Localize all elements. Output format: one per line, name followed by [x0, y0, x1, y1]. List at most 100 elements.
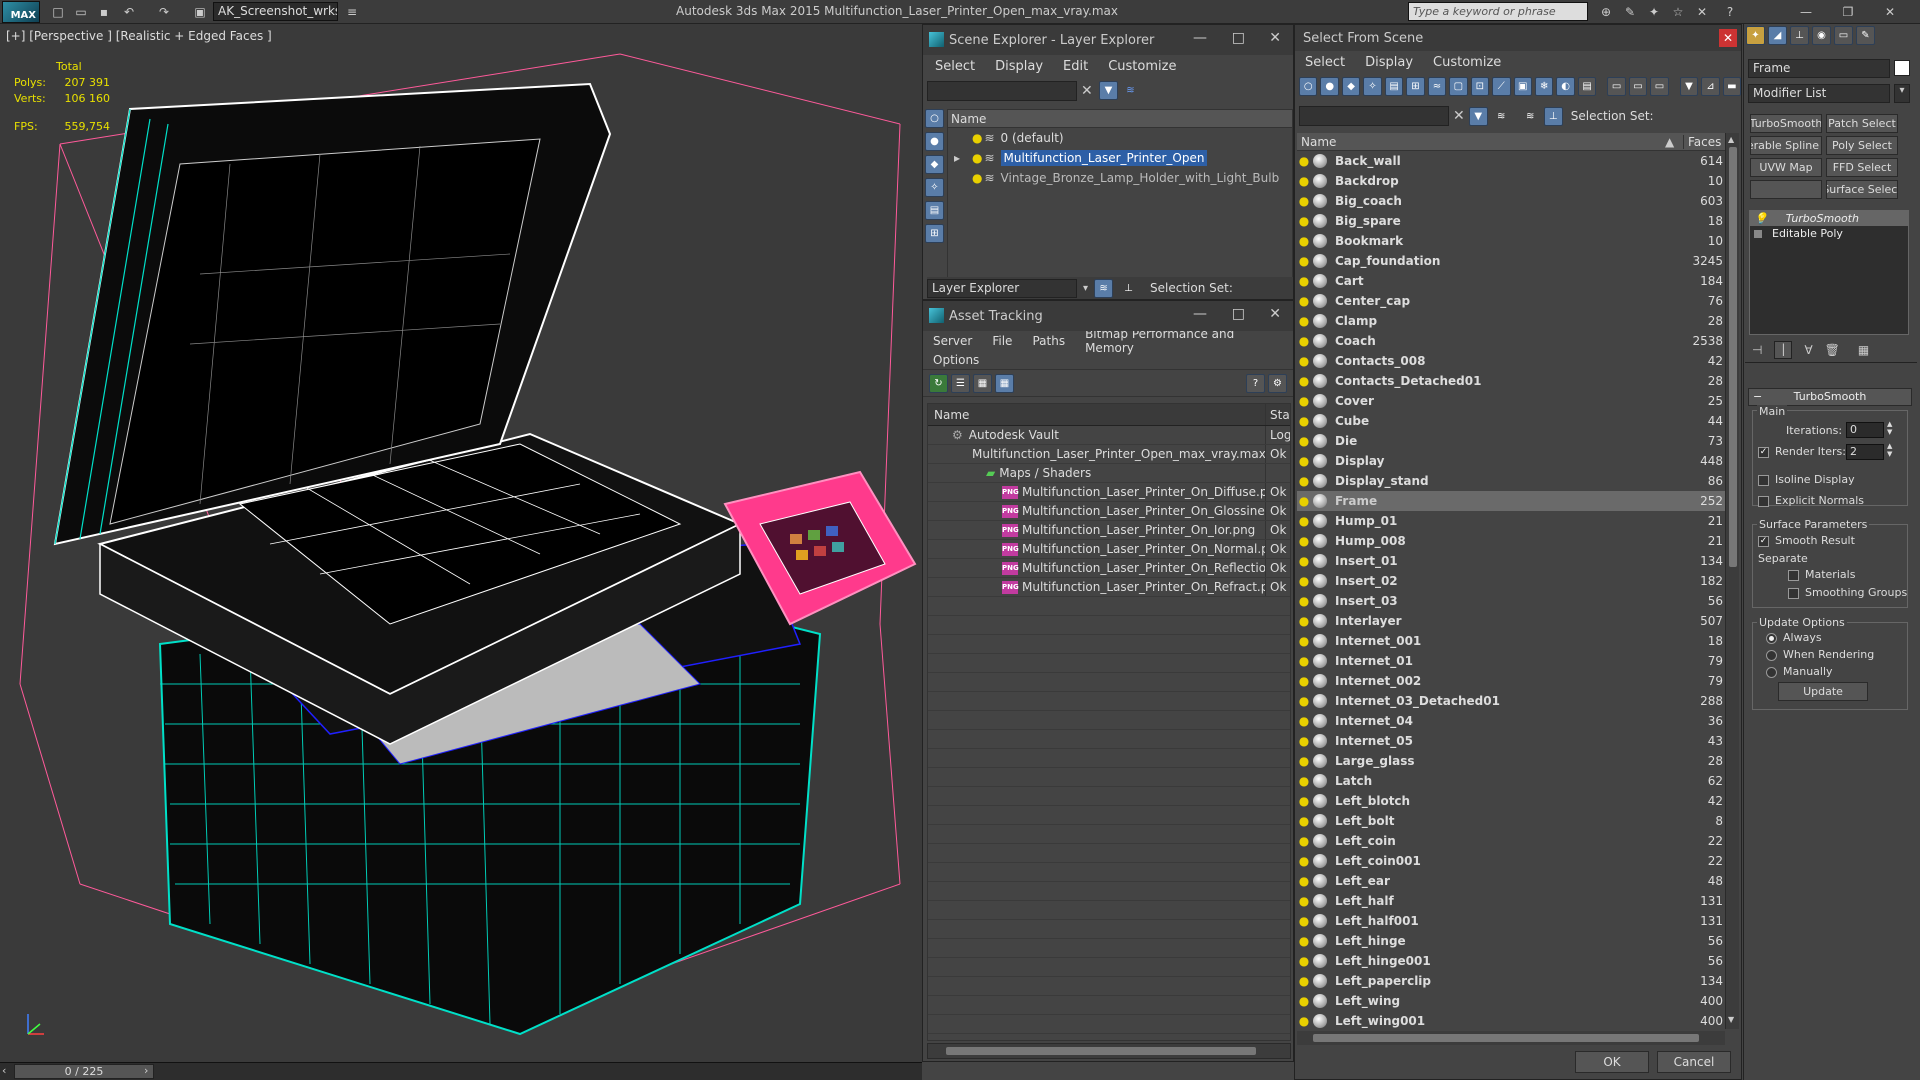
object-row[interactable]: ● Hump_008 21: [1297, 531, 1725, 551]
list-view-icon[interactable]: ☰: [951, 373, 970, 393]
empty-modifier-button[interactable]: [1750, 180, 1822, 199]
filter-icon[interactable]: ▼: [1679, 76, 1699, 96]
light-bulb-icon[interactable]: ●: [1297, 754, 1311, 768]
ok-button[interactable]: OK: [1575, 1051, 1649, 1073]
menu-display[interactable]: Display: [985, 59, 1053, 74]
renderable-spline-button[interactable]: Renderable Spline: [1750, 136, 1822, 155]
materials-row[interactable]: Materials: [1788, 568, 1855, 581]
workspace-menu-icon[interactable]: ≡: [342, 3, 362, 21]
spinner-arrows-icon[interactable]: ▲ ▼: [1887, 442, 1892, 458]
object-row[interactable]: ● Left_wing 400: [1297, 991, 1725, 1011]
layer-row-default[interactable]: ● ≋ 0 (default): [948, 128, 1292, 148]
display-shapes-icon[interactable]: ◆: [925, 155, 944, 174]
display-cameras-icon[interactable]: ▤: [1384, 76, 1404, 96]
open-file-icon[interactable]: ▭: [71, 3, 91, 21]
layers-icon[interactable]: ≋: [1492, 107, 1511, 126]
time-next-icon[interactable]: ›: [144, 1064, 148, 1077]
cancel-button[interactable]: Cancel: [1657, 1051, 1731, 1073]
object-row[interactable]: ● Cover 25: [1297, 391, 1725, 411]
asset-row[interactable]: PNG Multifunction_Laser_Printer_On_Glossi…: [928, 502, 1290, 521]
time-slider-thumb[interactable]: 0 / 225: [14, 1064, 154, 1079]
smooth-result-row[interactable]: ✓ Smooth Result: [1758, 534, 1855, 547]
menu-customize[interactable]: Customize: [1098, 59, 1186, 74]
pin-stack-icon[interactable]: ⊣: [1752, 343, 1762, 357]
exchange-icon[interactable]: ✕: [1692, 3, 1712, 21]
object-row[interactable]: ● Left_paperclip 134: [1297, 971, 1725, 991]
layers-icon[interactable]: ≋: [1121, 81, 1140, 100]
utilities-tab-icon[interactable]: ✎: [1856, 26, 1875, 45]
menu-server[interactable]: Server: [923, 334, 982, 348]
display-none-icon[interactable]: ○: [1299, 76, 1318, 96]
asset-row[interactable]: ⚙ Autodesk Vault Log: [928, 426, 1290, 445]
object-col-name[interactable]: Name: [1297, 135, 1665, 149]
object-row[interactable]: ● Left_bolt 8: [1297, 811, 1725, 831]
light-bulb-icon[interactable]: ●: [972, 131, 982, 145]
isoline-display-row[interactable]: Isoline Display: [1758, 473, 1855, 486]
light-bulb-icon[interactable]: ●: [1297, 634, 1311, 648]
light-bulb-icon[interactable]: ●: [1297, 314, 1311, 328]
spinner-arrows-icon[interactable]: ▲ ▼: [1887, 420, 1892, 436]
object-row[interactable]: ● Hump_01 21: [1297, 511, 1725, 531]
close-icon[interactable]: ✕: [1719, 29, 1737, 47]
menu-select[interactable]: Select: [925, 59, 985, 74]
close-icon[interactable]: ✕: [1880, 3, 1900, 21]
settings-icon[interactable]: ⚙: [1268, 373, 1287, 393]
light-bulb-icon[interactable]: ●: [1297, 794, 1311, 808]
light-bulb-icon[interactable]: ●: [1297, 714, 1311, 728]
light-bulb-icon[interactable]: ●: [1297, 454, 1311, 468]
restore-icon[interactable]: ❐: [1838, 3, 1858, 21]
asset-row[interactable]: PNG Multifunction_Laser_Printer_On_Reflec…: [928, 559, 1290, 578]
light-bulb-icon[interactable]: ●: [1297, 894, 1311, 908]
select-invert-icon[interactable]: ▭: [1650, 76, 1669, 96]
object-row[interactable]: ● Coach 2538: [1297, 331, 1725, 351]
render-iters-checkbox[interactable]: ✓: [1758, 446, 1769, 458]
subscription-icon[interactable]: ✦: [1644, 3, 1664, 21]
menu-edit[interactable]: Edit: [1053, 59, 1098, 74]
thumbnail-view-icon[interactable]: ▦: [973, 373, 992, 393]
dropdown-arrow-icon[interactable]: ▾: [1894, 84, 1910, 103]
materials-checkbox[interactable]: [1788, 569, 1799, 581]
object-row[interactable]: ● Insert_01 134: [1297, 551, 1725, 571]
light-bulb-icon[interactable]: ●: [1297, 954, 1311, 968]
patch-select-button[interactable]: Patch Select: [1826, 114, 1898, 133]
expand-box-icon[interactable]: [1754, 229, 1762, 238]
light-bulb-icon[interactable]: ●: [1297, 994, 1311, 1008]
object-row[interactable]: ● Frame 252: [1297, 491, 1725, 511]
sort-by-layer-icon[interactable]: ≋: [1521, 107, 1540, 126]
smoothing-groups-checkbox[interactable]: [1788, 587, 1799, 599]
object-row[interactable]: ● Internet_001 18: [1297, 631, 1725, 651]
asset-row[interactable]: PNG Multifunction_Laser_Printer_On_Normal…: [928, 540, 1290, 559]
object-row[interactable]: ● Latch 62: [1297, 771, 1725, 791]
object-row[interactable]: ● Contacts_Detached01 28: [1297, 371, 1725, 391]
object-row[interactable]: ● Left_coin001 22: [1297, 851, 1725, 871]
minimize-icon[interactable]: —: [1796, 3, 1816, 21]
time-slider[interactable]: ‹ 0 / 225 ›: [0, 1062, 922, 1080]
object-row[interactable]: ● Back_wall 614: [1297, 151, 1725, 171]
surface-select-button[interactable]: Surface Select: [1826, 180, 1898, 199]
select-from-scene-titlebar[interactable]: Select From Scene ✕: [1295, 25, 1741, 51]
layer-row-printer[interactable]: ▸ ● ≋ Multifunction_Laser_Printer_Open: [948, 148, 1292, 168]
object-row[interactable]: ● Left_wing001 400: [1297, 1011, 1725, 1029]
make-unique-icon[interactable]: ∀: [1804, 343, 1812, 357]
light-bulb-icon[interactable]: ●: [1297, 234, 1311, 248]
light-bulb-icon[interactable]: ●: [1297, 654, 1311, 668]
menu-customize[interactable]: Customize: [1423, 55, 1511, 70]
display-spacewarps-icon[interactable]: ≈: [1427, 76, 1447, 96]
smoothing-groups-row[interactable]: Smoothing Groups: [1788, 586, 1907, 599]
object-col-faces[interactable]: Faces: [1683, 134, 1725, 149]
light-bulb-icon[interactable]: ●: [1297, 374, 1311, 388]
object-row[interactable]: ● Cube 44: [1297, 411, 1725, 431]
object-row[interactable]: ● Left_hinge 56: [1297, 931, 1725, 951]
search-input[interactable]: Type a keyword or phrase: [1408, 2, 1588, 21]
create-tab-icon[interactable]: ✦: [1746, 26, 1765, 45]
light-bulb-icon[interactable]: ●: [1297, 974, 1311, 988]
object-row[interactable]: ● Left_half001 131: [1297, 911, 1725, 931]
select-none-icon[interactable]: ▭: [1628, 76, 1648, 96]
display-hidden-icon[interactable]: ◐: [1556, 76, 1575, 96]
object-row[interactable]: ● Left_half 131: [1297, 891, 1725, 911]
light-bulb-icon[interactable]: ●: [1297, 414, 1311, 428]
display-containers-icon[interactable]: ▣: [1513, 76, 1532, 96]
light-bulb-icon[interactable]: ●: [1297, 394, 1311, 408]
light-bulb-icon[interactable]: ●: [1297, 574, 1311, 588]
light-bulb-icon[interactable]: ●: [972, 151, 982, 165]
